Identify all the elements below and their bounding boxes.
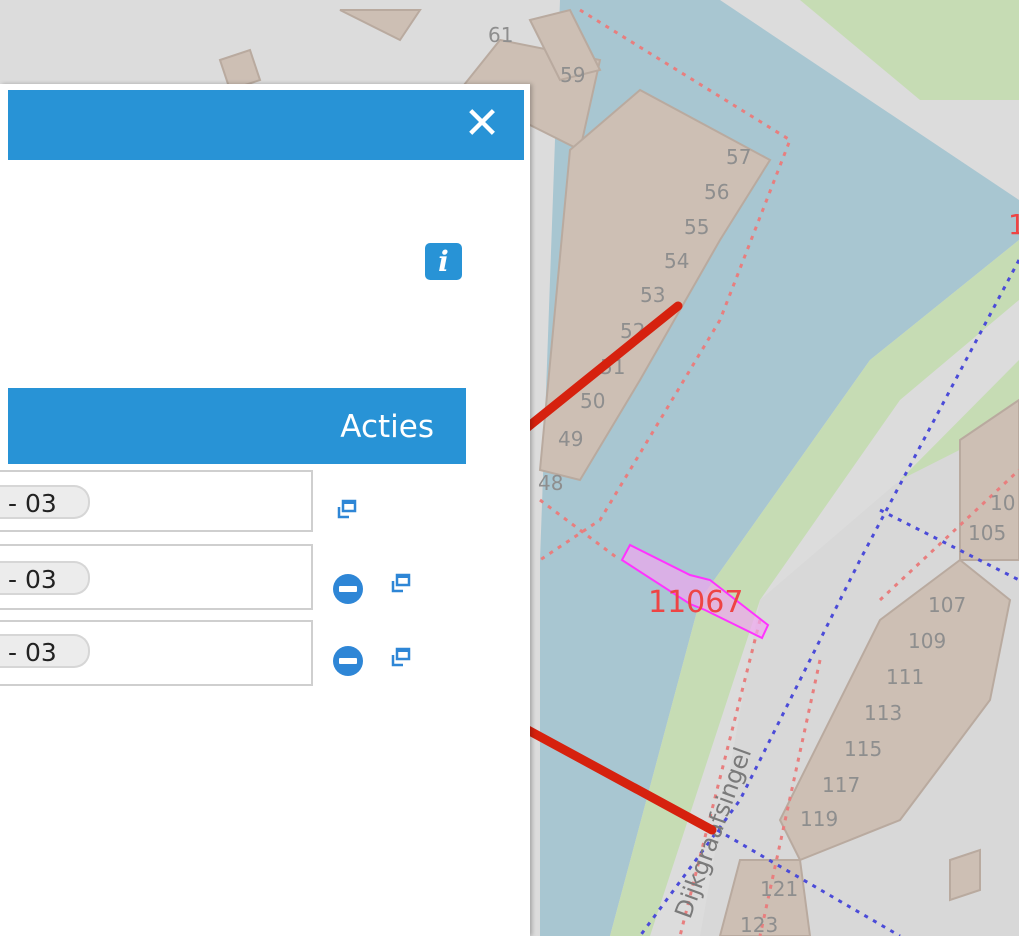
- house-number: 10: [990, 491, 1015, 515]
- house-number: 53: [640, 283, 665, 307]
- house-number: 115: [844, 737, 882, 761]
- column-header-acties: Acties: [340, 409, 434, 445]
- house-number: 59: [560, 63, 585, 87]
- table-row: - 03: [0, 470, 530, 536]
- house-number: 113: [864, 701, 902, 725]
- panel-header: ✕: [8, 90, 524, 160]
- house-number: 119: [800, 807, 838, 831]
- house-number: 57: [726, 145, 751, 169]
- house-number: 117: [822, 773, 860, 797]
- table-header: Acties: [8, 388, 466, 464]
- house-number: 109: [908, 629, 946, 653]
- house-number: 111: [886, 665, 924, 689]
- parcel-partial-label: 1: [1008, 208, 1019, 241]
- open-window-icon[interactable]: [388, 572, 412, 596]
- open-window-icon[interactable]: [334, 498, 358, 522]
- house-number: 55: [684, 215, 709, 239]
- remove-icon[interactable]: [333, 646, 363, 676]
- house-number: 123: [740, 913, 778, 936]
- parcel-label: 11067: [648, 585, 743, 620]
- remove-icon[interactable]: [333, 574, 363, 604]
- close-icon[interactable]: ✕: [462, 102, 502, 146]
- value-chip[interactable]: - 03: [0, 634, 90, 668]
- info-icon[interactable]: i: [425, 243, 462, 280]
- house-number: 48: [538, 471, 563, 495]
- house-number: 107: [928, 593, 966, 617]
- house-number: 54: [664, 249, 689, 273]
- house-number: 49: [558, 427, 583, 451]
- value-chip[interactable]: - 03: [0, 561, 90, 595]
- value-field[interactable]: - 03: [0, 470, 313, 532]
- house-number: 56: [704, 180, 729, 204]
- table-row: - 03: [0, 544, 530, 610]
- house-number: 61: [488, 23, 513, 47]
- value-field[interactable]: - 03: [0, 544, 313, 610]
- value-chip[interactable]: - 03: [0, 485, 90, 519]
- side-panel: ✕ i Acties - 03 - 03 - 03: [0, 84, 530, 936]
- table-row: - 03: [0, 620, 530, 686]
- house-number: 105: [968, 521, 1006, 545]
- house-number: 121: [760, 877, 798, 901]
- open-window-icon[interactable]: [388, 646, 412, 670]
- value-field[interactable]: - 03: [0, 620, 313, 686]
- house-number: 50: [580, 389, 605, 413]
